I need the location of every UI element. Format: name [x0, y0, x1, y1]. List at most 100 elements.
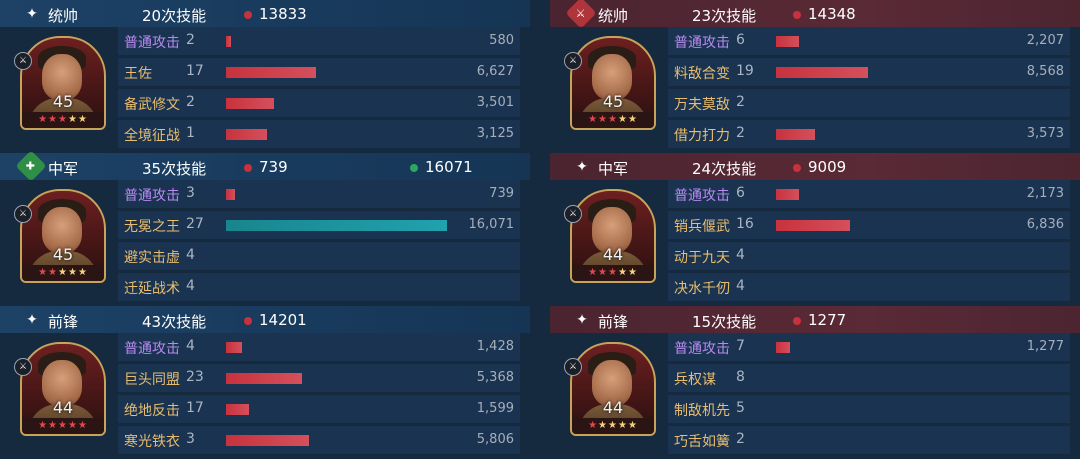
gold-star-icon: ★ — [608, 420, 618, 431]
unit-type-icon: ⚔ — [14, 358, 32, 376]
four-point-star-icon: ✦ — [26, 312, 38, 328]
skill-count: 43次技能 — [142, 313, 207, 331]
skill-row[interactable]: 王佐 17 6,627 — [118, 58, 520, 86]
general-panel-中军[interactable]: ✚ 中军 35次技能 739 16071 45 ★★★★★ ⚔ 普通攻击 3 739 无冕之王 27 16… — [0, 150, 530, 304]
skill-row[interactable]: 借力打力 2 3,573 — [668, 120, 1070, 148]
skill-count: 24次技能 — [692, 160, 757, 178]
skill-name: 巨头同盟 — [124, 372, 180, 388]
skill-row[interactable]: 制敌机先 5 — [668, 395, 1070, 423]
general-panel-中军[interactable]: ✦ 中军 24次技能 9009 44 ★★★★★ ⚔ 普通攻击 6 2,173 销兵偃武 16 6,83… — [550, 153, 1080, 304]
skill-damage-value: 16,071 — [468, 217, 515, 232]
skill-cast-count: 6 — [736, 185, 745, 201]
skill-damage-value: 3,573 — [1026, 126, 1064, 141]
skill-row[interactable]: 决水千仞 4 — [668, 273, 1070, 301]
gold-star-icon: ★ — [617, 267, 628, 278]
general-portrait[interactable]: 44 ★★★★★ — [570, 189, 656, 283]
general-panel-前锋[interactable]: ✦ 前锋 43次技能 14201 44 ★★★★★ ⚔ 普通攻击 4 1,428 巨头同盟 23 5,3… — [0, 306, 530, 457]
skill-row[interactable]: 普通攻击 6 2,207 — [668, 27, 1070, 55]
skill-name: 销兵偃武 — [674, 219, 730, 235]
skill-cast-count: 2 — [736, 125, 745, 141]
skill-row[interactable]: 普通攻击 6 2,173 — [668, 180, 1070, 208]
general-portrait[interactable]: 45 ★★★★★ — [20, 189, 106, 283]
skill-cast-count: 3 — [186, 185, 195, 201]
general-header: ✦ 前锋 43次技能 14201 — [0, 306, 530, 333]
general-panel-前锋[interactable]: ✦ 前锋 15次技能 1277 44 ★★★★★ ⚔ 普通攻击 7 1,277 兵权谋 8 制敌机先 5 巧… — [550, 306, 1080, 457]
skill-damage-value: 3,125 — [476, 126, 514, 141]
damage-bar — [226, 404, 249, 415]
skill-name: 普通攻击 — [124, 341, 180, 357]
skill-name: 动于九天 — [674, 250, 730, 266]
general-portrait[interactable]: 45 ★★★★★ — [570, 36, 656, 130]
general-panel-统帅[interactable]: ✦ 统帅 20次技能 13833 45 ★★★★★ ⚔ 普通攻击 2 580 王佐 17 6,627 备武… — [0, 0, 530, 151]
skill-damage-value: 5,806 — [476, 432, 514, 447]
skill-row[interactable]: 备武修文 2 3,501 — [118, 89, 520, 117]
skill-name: 万夫莫敌 — [674, 97, 730, 113]
red-star-icon: ★ — [38, 420, 49, 431]
skill-list: 普通攻击 7 1,277 兵权谋 8 制敌机先 5 巧舌如簧 2 — [668, 333, 1070, 457]
skill-row[interactable]: 避实击虚 4 — [118, 242, 520, 270]
skill-row[interactable]: 绝地反击 17 1,599 — [118, 395, 520, 423]
general-header: ✦ 中军 24次技能 9009 — [550, 153, 1080, 180]
general-panel-统帅[interactable]: ⚔ 统帅 23次技能 14348 45 ★★★★★ ⚔ 普通攻击 6 2,207 料敌合变 19 8,5… — [550, 0, 1080, 151]
skill-cast-count: 2 — [736, 431, 745, 447]
skill-cast-count: 19 — [736, 63, 754, 79]
skill-row[interactable]: 普通攻击 3 739 — [118, 180, 520, 208]
skill-count: 35次技能 — [142, 160, 207, 178]
skill-row[interactable]: 销兵偃武 16 6,836 — [668, 211, 1070, 239]
skill-row[interactable]: 巨头同盟 23 5,368 — [118, 364, 520, 392]
red-star-icon: ★ — [67, 420, 78, 431]
damage-bar — [226, 435, 309, 446]
general-portrait[interactable]: 44 ★★★★★ — [20, 342, 106, 436]
skill-cast-count: 4 — [736, 278, 745, 294]
skill-row[interactable]: 巧舌如簧 2 — [668, 426, 1070, 454]
skill-row[interactable]: 动于九天 4 — [668, 242, 1070, 270]
four-point-star-icon: ✦ — [26, 6, 38, 22]
skill-damage-value: 1,599 — [476, 401, 514, 416]
skill-row[interactable]: 料敌合变 19 8,568 — [668, 58, 1070, 86]
heal-total: 16071 — [425, 158, 473, 176]
skill-name: 王佐 — [124, 66, 152, 82]
damage-dot-icon — [244, 11, 252, 19]
skill-cast-count: 17 — [186, 400, 204, 416]
skill-list: 普通攻击 6 2,173 销兵偃武 16 6,836 动于九天 4 决水千仞 4 — [668, 180, 1070, 304]
skill-name: 避实击虚 — [124, 250, 180, 266]
damage-dot-icon — [793, 11, 801, 19]
skill-list: 普通攻击 4 1,428 巨头同盟 23 5,368 绝地反击 17 1,599 寒光铁衣 3 5,8… — [118, 333, 520, 457]
damage-total: 13833 — [259, 5, 307, 23]
skill-damage-value: 2,207 — [1026, 33, 1064, 48]
unit-type-icon: ⚔ — [564, 205, 582, 223]
damage-dot-icon — [244, 317, 252, 325]
skill-list: 普通攻击 3 739 无冕之王 27 16,071 避实击虚 4 迁延战术 4 — [118, 180, 520, 304]
general-portrait[interactable]: 44 ★★★★★ — [570, 342, 656, 436]
crossed-swords-icon: ⚔ — [565, 0, 597, 29]
damage-bar — [776, 189, 799, 200]
skill-cast-count: 4 — [186, 247, 195, 263]
skill-row[interactable]: 迁延战术 4 — [118, 273, 520, 301]
four-point-star-icon: ✦ — [576, 312, 588, 328]
skill-row[interactable]: 兵权谋 8 — [668, 364, 1070, 392]
general-level: 45 — [602, 92, 624, 111]
skill-row[interactable]: 普通攻击 4 1,428 — [118, 333, 520, 361]
skill-row[interactable]: 普通攻击 7 1,277 — [668, 333, 1070, 361]
damage-bar — [226, 189, 235, 200]
red-star-icon: ★ — [77, 420, 88, 431]
skill-damage-value: 739 — [489, 186, 514, 201]
general-portrait[interactable]: 45 ★★★★★ — [20, 36, 106, 130]
unit-type-icon: ⚔ — [14, 205, 32, 223]
skill-cast-count: 5 — [736, 400, 745, 416]
skill-row[interactable]: 普通攻击 2 580 — [118, 27, 520, 55]
skill-row[interactable]: 全境征战 1 3,125 — [118, 120, 520, 148]
skill-row[interactable]: 寒光铁衣 3 5,806 — [118, 426, 520, 454]
skill-cast-count: 1 — [186, 125, 195, 141]
red-star-icon: ★ — [48, 267, 59, 278]
skill-row[interactable]: 万夫莫敌 2 — [668, 89, 1070, 117]
general-level: 45 — [52, 245, 74, 264]
skill-damage-value: 1,428 — [476, 339, 514, 354]
skill-cast-count: 7 — [736, 338, 745, 354]
gold-star-icon: ★ — [67, 114, 78, 125]
gold-star-icon: ★ — [58, 267, 68, 278]
skill-row[interactable]: 无冕之王 27 16,071 — [118, 211, 520, 239]
red-star-icon: ★ — [598, 267, 609, 278]
skill-name: 料敌合变 — [674, 66, 730, 82]
red-star-icon: ★ — [588, 267, 599, 278]
